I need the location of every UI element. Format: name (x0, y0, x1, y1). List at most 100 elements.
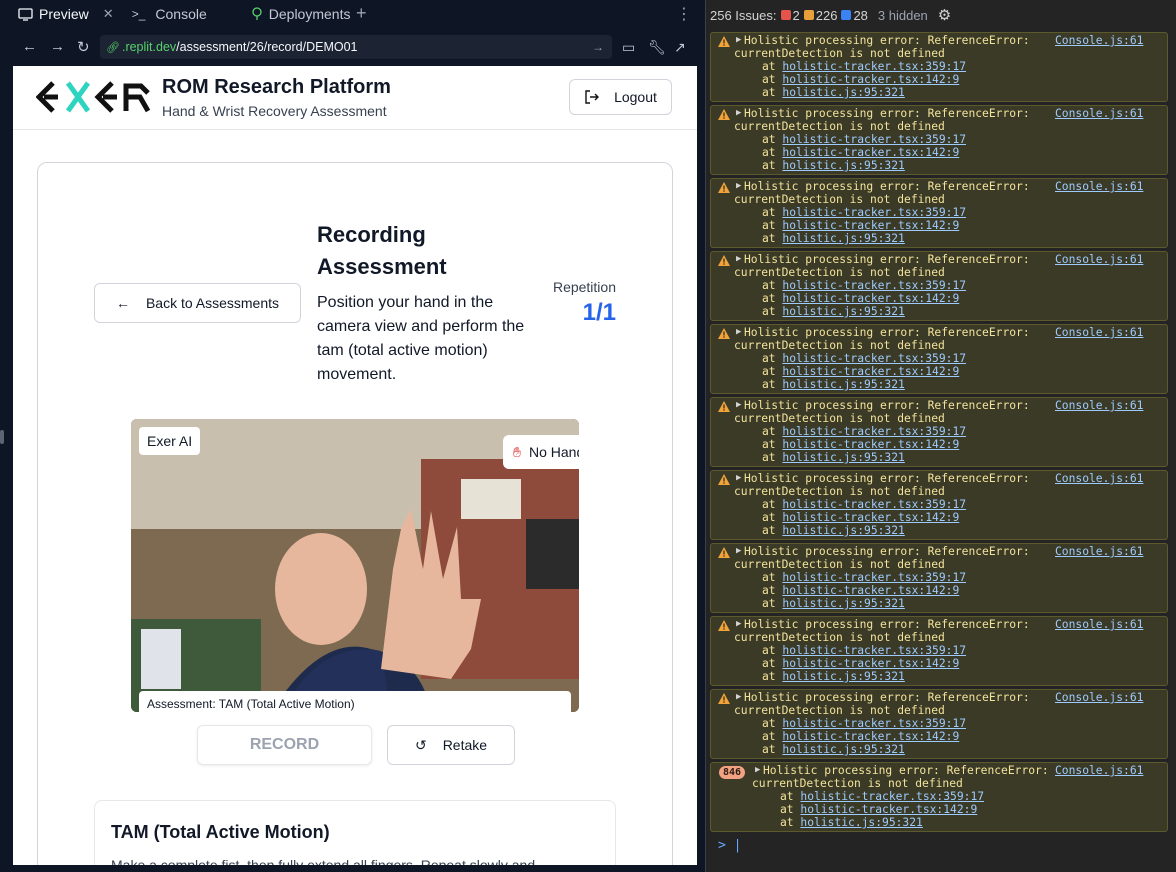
console-prompt[interactable]: > | (718, 838, 741, 853)
stack-link[interactable]: holistic-tracker.tsx:142:9 (782, 73, 959, 86)
more-icon[interactable]: ⋮ (676, 4, 692, 24)
expand-triangle-icon[interactable]: ▶ (736, 692, 741, 702)
device-icon[interactable]: ▭ (622, 39, 635, 56)
expand-triangle-icon[interactable]: ▶ (736, 473, 741, 483)
stack-link[interactable]: holistic.js:95:321 (800, 816, 922, 829)
forward-arrow-icon[interactable]: → (50, 38, 65, 55)
source-link[interactable]: Console.js:61 (1055, 545, 1143, 558)
source-link[interactable]: Console.js:61 (1055, 107, 1143, 120)
source-link[interactable]: Console.js:61 (1055, 34, 1143, 47)
warning-count[interactable]: 226 (803, 8, 837, 23)
console-entry[interactable]: ▶ Holistic processing error: ReferenceErr… (710, 616, 1168, 686)
stack-link[interactable]: holistic.js:95:321 (782, 378, 904, 391)
source-link[interactable]: Console.js:61 (1055, 399, 1143, 412)
retake-button[interactable]: ↺ Retake (387, 725, 515, 765)
stack-link[interactable]: holistic-tracker.tsx:142:9 (782, 146, 959, 159)
stack-link[interactable]: holistic-tracker.tsx:359:17 (782, 644, 966, 657)
stack-link[interactable]: holistic-tracker.tsx:142:9 (782, 730, 959, 743)
console-entry[interactable]: ▶ Holistic processing error: ReferenceErr… (710, 32, 1168, 102)
console-entry[interactable]: ▶ Holistic processing error: ReferenceErr… (710, 397, 1168, 467)
expand-triangle-icon[interactable]: ▶ (736, 400, 741, 410)
stack-at: at (762, 146, 783, 159)
stack-link[interactable]: holistic-tracker.tsx:142:9 (782, 438, 959, 451)
stack-link[interactable]: holistic.js:95:321 (782, 670, 904, 683)
warning-icon (718, 474, 730, 485)
stack-frame: at holistic-tracker.tsx:359:17 (780, 790, 984, 803)
stack-link[interactable]: holistic-tracker.tsx:142:9 (800, 803, 977, 816)
stack-link[interactable]: holistic.js:95:321 (782, 743, 904, 756)
source-link[interactable]: Console.js:61 (1055, 253, 1143, 266)
expand-triangle-icon[interactable]: ▶ (736, 35, 741, 45)
stack-link[interactable]: holistic.js:95:321 (782, 159, 904, 172)
wrench-icon[interactable]: 🔧︎ (648, 39, 666, 56)
stack-link[interactable]: holistic-tracker.tsx:359:17 (782, 498, 966, 511)
stack-link[interactable]: holistic-tracker.tsx:142:9 (782, 657, 959, 670)
console-entry[interactable]: ▶ Holistic processing error: ReferenceErr… (710, 689, 1168, 759)
stack-at: at (780, 790, 801, 803)
logout-icon (585, 90, 600, 104)
back-to-assessments-button[interactable]: ← Back to Assessments (94, 283, 301, 323)
source-link[interactable]: Console.js:61 (1055, 618, 1143, 631)
expand-triangle-icon[interactable]: ▶ (736, 619, 741, 629)
stack-link[interactable]: holistic.js:95:321 (782, 86, 904, 99)
source-link[interactable]: Console.js:61 (1055, 180, 1143, 193)
issues-bar: 256 Issues: 2 226 28 3 hidden ⚙ (706, 0, 1176, 30)
console-entry[interactable]: ▶ Holistic processing error: ReferenceErr… (710, 178, 1168, 248)
message-line: currentDetection is not defined (734, 704, 945, 717)
close-icon[interactable]: ✕ (103, 6, 114, 22)
expand-triangle-icon[interactable]: ▶ (755, 765, 760, 775)
stack-link[interactable]: holistic.js:95:321 (782, 305, 904, 318)
error-count[interactable]: 2 (780, 8, 800, 23)
console-entry[interactable]: ▶ Holistic processing error: ReferenceErr… (710, 324, 1168, 394)
console-entry[interactable]: ▶ Holistic processing error: ReferenceErr… (710, 251, 1168, 321)
expand-triangle-icon[interactable]: ▶ (736, 108, 741, 118)
hidden-count[interactable]: 3 hidden (878, 8, 928, 23)
console-entry[interactable]: ▶ Holistic processing error: ReferenceErr… (710, 543, 1168, 613)
stack-link[interactable]: holistic-tracker.tsx:359:17 (782, 133, 966, 146)
stack-link[interactable]: holistic-tracker.tsx:142:9 (782, 511, 959, 524)
warning-icon (718, 109, 730, 120)
stack-link[interactable]: holistic.js:95:321 (782, 232, 904, 245)
expand-triangle-icon[interactable]: ▶ (736, 181, 741, 191)
stack-link[interactable]: holistic-tracker.tsx:142:9 (782, 584, 959, 597)
logout-button[interactable]: Logout (569, 79, 672, 115)
stack-link[interactable]: holistic-tracker.tsx:359:17 (782, 279, 966, 292)
source-link[interactable]: Console.js:61 (1055, 472, 1143, 485)
stack-link[interactable]: holistic.js:95:321 (782, 524, 904, 537)
url-field[interactable]: 🔗︎ .replit.dev /assessment/26/record/DEM… (100, 35, 612, 59)
info-count[interactable]: 28 (841, 8, 868, 23)
warning-icon (803, 10, 814, 20)
source-link[interactable]: Console.js:61 (1055, 691, 1143, 704)
record-button[interactable]: RECORD (197, 725, 372, 765)
stack-link[interactable]: holistic-tracker.tsx:359:17 (782, 60, 966, 73)
expand-triangle-icon[interactable]: ▶ (736, 254, 741, 264)
gear-icon[interactable]: ⚙ (938, 6, 951, 24)
add-tab-icon[interactable]: + (356, 3, 367, 24)
stack-link[interactable]: holistic-tracker.tsx:359:17 (782, 717, 966, 730)
console-entry[interactable]: ▶ Holistic processing error: ReferenceErr… (710, 105, 1168, 175)
stack-link[interactable]: holistic-tracker.tsx:142:9 (782, 365, 959, 378)
source-link[interactable]: Console.js:61 (1055, 326, 1143, 339)
source-link[interactable]: Console.js:61 (1055, 764, 1143, 777)
stack-link[interactable]: holistic-tracker.tsx:142:9 (782, 219, 959, 232)
resize-handle[interactable] (0, 430, 4, 444)
stack-link[interactable]: holistic.js:95:321 (782, 597, 904, 610)
tab-console[interactable]: >_ Console (124, 0, 217, 28)
stack-link[interactable]: holistic-tracker.tsx:142:9 (782, 292, 959, 305)
stack-link[interactable]: holistic-tracker.tsx:359:17 (782, 425, 966, 438)
stack-link[interactable]: holistic-tracker.tsx:359:17 (782, 206, 966, 219)
external-link-icon[interactable]: ↗ (674, 39, 686, 56)
back-arrow-icon[interactable]: ← (22, 38, 37, 55)
console-entry[interactable]: 846 ▶ Holistic processing error: Reference… (710, 762, 1168, 832)
stack-link[interactable]: holistic.js:95:321 (782, 451, 904, 464)
stack-link[interactable]: holistic-tracker.tsx:359:17 (800, 790, 984, 803)
reload-icon[interactable]: ↻ (77, 38, 90, 56)
expand-triangle-icon[interactable]: ▶ (736, 546, 741, 556)
stack-link[interactable]: holistic-tracker.tsx:359:17 (782, 571, 966, 584)
expand-triangle-icon[interactable]: ▶ (736, 327, 741, 337)
go-arrow-icon[interactable]: → (592, 40, 604, 54)
console-entry[interactable]: ▶ Holistic processing error: ReferenceErr… (710, 470, 1168, 540)
tab-deployments[interactable]: Deployments (217, 0, 361, 28)
stack-link[interactable]: holistic-tracker.tsx:359:17 (782, 352, 966, 365)
tab-preview[interactable]: Preview ✕ (0, 0, 124, 28)
